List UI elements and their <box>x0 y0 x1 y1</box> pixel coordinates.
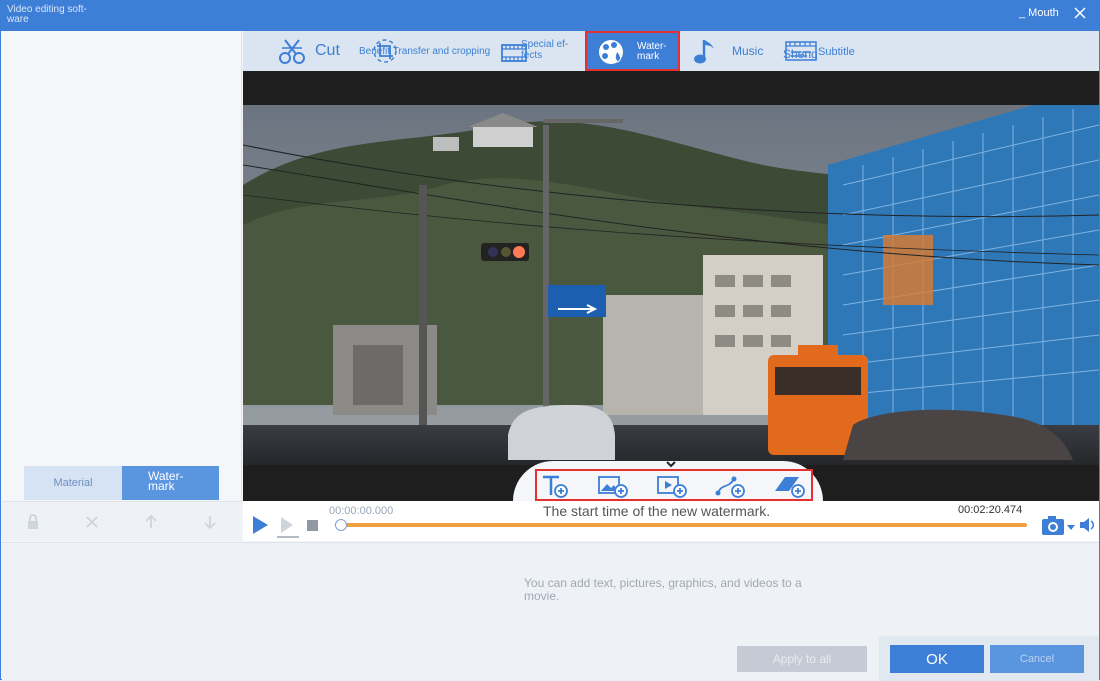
lock-icon <box>28 514 38 529</box>
lock-button[interactable] <box>25 514 41 530</box>
video-preview[interactable] <box>243 71 1099 501</box>
toolbar-label-subtitle: Subtitle <box>818 46 855 58</box>
move-up-icon <box>145 514 157 528</box>
toolbar-label-crop: Benefit Transfer and cropping <box>359 45 491 57</box>
tab-watermark[interactable]: Water-mark <box>122 466 219 500</box>
toolbar-label-music: Music <box>732 44 764 58</box>
tab-material[interactable]: Material <box>24 466 122 500</box>
toolbar-item-music[interactable]: Music <box>694 31 763 71</box>
toolbar-label-watermark: Water-mark <box>637 41 667 62</box>
add-text-watermark-button[interactable] <box>539 473 571 499</box>
add-video-watermark-icon <box>657 476 687 498</box>
ok-button[interactable]: OK <box>890 645 984 673</box>
toolbar-item-watermark[interactable]: Water-mark <box>585 31 680 71</box>
play-icon[interactable] <box>251 515 269 535</box>
minimize-button[interactable]: _ Mouth <box>1019 7 1059 19</box>
timeline-end-time: 00:02:20.474 <box>958 504 1023 516</box>
editor-window: Video editing soft-ware _ Mouth Cut Bene… <box>0 0 1100 681</box>
title-bar: Video editing soft-ware _ Mouth <box>1 1 1099 31</box>
cancel-button[interactable]: Cancel <box>990 645 1084 673</box>
play-selection-icon[interactable] <box>275 515 301 539</box>
apply-to-all-button[interactable]: Apply to all <box>737 646 867 672</box>
toolbar-item-effects[interactable]: Special ef-fects <box>501 31 581 71</box>
stop-icon[interactable] <box>307 520 318 531</box>
move-down-icon <box>204 516 216 530</box>
add-watermark-toolbar <box>535 469 813 501</box>
timeline-start-time: 00:00:00.000 <box>329 505 394 517</box>
chevron-down-icon[interactable] <box>665 461 677 469</box>
timeline-playhead[interactable] <box>335 519 347 531</box>
add-image-watermark-button[interactable] <box>597 473 629 499</box>
toolbar-label-effects: Special ef-fects <box>521 39 569 61</box>
camera-icon[interactable] <box>1040 515 1076 537</box>
close-icon <box>1074 7 1086 19</box>
add-text-watermark-icon <box>543 475 568 498</box>
empty-hint-text: You can add text, pictures, graphics, an… <box>524 576 802 603</box>
cut-icon <box>279 39 305 64</box>
toolbar-item-subtitle[interactable]: Sheng Subtitle <box>783 31 863 71</box>
toolbar-item-cut[interactable]: Cut <box>277 31 340 71</box>
timeline-tooltip: The start time of the new watermark. <box>543 503 771 519</box>
timeline-bar: 00:00:00.000 The start time of the new w… <box>243 501 1099 541</box>
watermark-properties-panel: You can add text, pictures, graphics, an… <box>2 542 1099 681</box>
volume-icon[interactable] <box>1079 517 1097 533</box>
move-up-button[interactable] <box>143 514 159 530</box>
toolbar-item-crop[interactable]: Benefit Transfer and cropping <box>359 31 499 71</box>
add-image-watermark-icon <box>598 476 628 498</box>
tab-watermark-label: Water-mark <box>148 469 184 493</box>
left-tools-bar <box>2 501 242 541</box>
video-frame <box>243 105 1099 465</box>
app-title: Video editing soft-ware <box>7 4 87 25</box>
add-mosaic-watermark-button[interactable] <box>773 473 805 499</box>
toolbar-label-cut: Cut <box>315 42 340 59</box>
add-graphic-watermark-button[interactable] <box>714 473 746 499</box>
add-mosaic-watermark-icon <box>775 477 805 498</box>
add-video-watermark-button[interactable] <box>656 473 688 499</box>
add-graphic-watermark-icon <box>715 476 745 498</box>
watermark-list-panel <box>2 31 242 501</box>
delete-icon <box>86 516 98 528</box>
timeline-track[interactable] <box>339 523 1027 527</box>
toolbar-label-sheng: Sheng <box>783 47 818 61</box>
music-note-icon <box>694 40 714 64</box>
close-button[interactable] <box>1073 6 1089 22</box>
watermark-icon <box>599 40 623 64</box>
delete-button[interactable] <box>84 514 100 530</box>
move-down-button[interactable] <box>202 514 218 530</box>
